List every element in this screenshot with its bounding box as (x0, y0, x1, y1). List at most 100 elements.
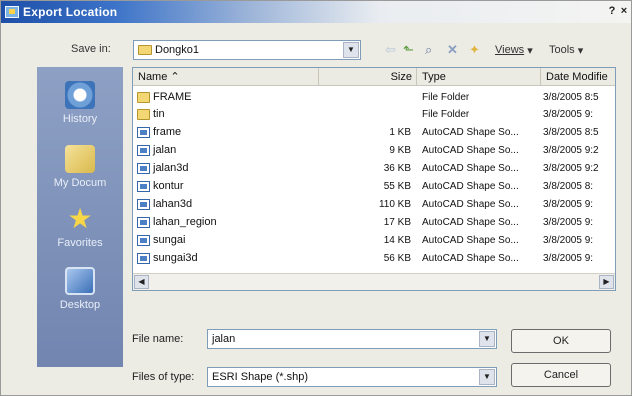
list-item[interactable]: FRAME File Folder 3/8/2005 8:5 (133, 89, 615, 106)
file-type-value: ESRI Shape (*.shp) (212, 371, 308, 383)
back-arrow-icon[interactable]: ⇦ (385, 41, 396, 59)
file-type: File Folder (422, 109, 470, 120)
file-date: 3/8/2005 9: (543, 109, 594, 120)
file-size: 55 KB (383, 181, 411, 192)
column-type[interactable]: Type (417, 68, 541, 86)
place-my-documents[interactable]: My Docum (37, 145, 123, 189)
list-item[interactable]: kontur 55 KB AutoCAD Shape So... 3/8/200… (133, 178, 615, 195)
title-buttons: ? × (607, 4, 629, 18)
list-item[interactable]: frame 1 KB AutoCAD Shape So... 3/8/2005 … (133, 124, 615, 141)
tools-label: Tools (549, 44, 575, 56)
place-label: My Docum (53, 177, 107, 189)
list-item[interactable]: sungai3d 56 KB AutoCAD Shape So... 3/8/2… (133, 250, 615, 267)
export-location-dialog: Export Location ? × Save in: Dongko1 ▼ ⇦… (0, 0, 632, 396)
tools-menu-button[interactable]: Tools ▾ (549, 41, 583, 59)
column-name-label: Name (138, 71, 168, 83)
list-item[interactable]: lahan_region 17 KB AutoCAD Shape So... 3… (133, 214, 615, 231)
file-type-label: Files of type: (132, 371, 195, 383)
delete-icon[interactable]: ✕ (447, 41, 458, 59)
list-item[interactable]: jalan3d 36 KB AutoCAD Shape So... 3/8/20… (133, 160, 615, 177)
places-bar: History My Docum ★ Favorites Desktop (37, 67, 123, 367)
place-label: Favorites (57, 237, 103, 249)
file-name-field[interactable]: jalan ▼ (207, 329, 497, 349)
favorites-icon: ★ (67, 203, 93, 234)
views-menu-button[interactable]: Views ▾ (495, 41, 533, 59)
file-name-cell: frame (137, 124, 319, 141)
save-in-label: Save in: (71, 43, 111, 55)
scroll-right-icon[interactable]: ▶ (599, 275, 614, 289)
file-size (319, 89, 411, 106)
views-label: Views (495, 44, 525, 56)
save-in-combo[interactable]: Dongko1 ▼ (133, 40, 361, 60)
file-name: jalan (153, 144, 177, 156)
file-name-label: File name: (132, 333, 184, 345)
column-date[interactable]: Date Modifie (541, 68, 615, 86)
file-list[interactable]: Name ⌃ Size Type Date Modifie FRAME File… (132, 67, 616, 291)
column-size[interactable]: Size (319, 68, 417, 86)
file-name-cell: sungai3d (137, 250, 319, 267)
file-date: 3/8/2005 9: (543, 199, 594, 210)
file-name: sungai3d (153, 252, 198, 264)
up-folder-icon[interactable]: ⬑ (403, 41, 414, 59)
file-name: tin (153, 108, 165, 120)
file-name-cell: FRAME (137, 89, 319, 106)
title-bar[interactable]: Export Location ? × (1, 1, 631, 23)
history-icon (65, 81, 95, 109)
list-item[interactable]: lahan3d 110 KB AutoCAD Shape So... 3/8/2… (133, 196, 615, 213)
file-name-cell: lahan_region (137, 214, 319, 231)
file-size: 110 KB (378, 199, 411, 210)
file-type: File Folder (422, 92, 470, 103)
file-name: frame (153, 126, 182, 138)
file-name-value: jalan (212, 333, 236, 345)
file-type: AutoCAD Shape So... (422, 127, 519, 138)
shapefile-icon (137, 144, 150, 156)
place-desktop[interactable]: Desktop (37, 267, 123, 311)
file-type: AutoCAD Shape So... (422, 217, 519, 228)
chevron-down-icon[interactable]: ▼ (343, 42, 359, 58)
help-button[interactable]: ? (607, 4, 617, 18)
shapefile-icon (137, 126, 150, 138)
place-favorites[interactable]: ★ Favorites (37, 203, 123, 250)
scroll-left-icon[interactable]: ◀ (134, 275, 149, 289)
place-history[interactable]: History (37, 81, 123, 125)
file-size: 14 KB (383, 235, 411, 246)
cancel-button[interactable]: Cancel (511, 363, 611, 387)
list-item[interactable]: jalan 9 KB AutoCAD Shape So... 3/8/2005 … (133, 142, 615, 159)
file-name-cell: jalan (137, 142, 319, 159)
save-in-value: Dongko1 (155, 44, 200, 56)
column-name[interactable]: Name ⌃ (133, 68, 319, 86)
list-item[interactable]: tin File Folder 3/8/2005 9: (133, 106, 615, 123)
file-size: 1 KB (389, 127, 411, 138)
desktop-icon (65, 267, 95, 295)
file-date: 3/8/2005 9:2 (543, 163, 599, 174)
file-name-cell: lahan3d (137, 196, 319, 213)
file-name-cell: sungai (137, 232, 319, 249)
ok-button[interactable]: OK (511, 329, 611, 353)
folder-icon (137, 108, 150, 120)
chevron-down-icon[interactable]: ▼ (479, 369, 495, 385)
file-size: 56 KB (383, 253, 411, 264)
place-label: Desktop (59, 299, 101, 311)
file-type: AutoCAD Shape So... (422, 145, 519, 156)
file-size: 9 KB (389, 145, 411, 156)
chevron-down-icon[interactable]: ▼ (479, 331, 495, 347)
file-date: 3/8/2005 9: (543, 235, 594, 246)
file-name-cell: jalan3d (137, 160, 319, 177)
new-folder-icon[interactable]: ✦ (469, 41, 480, 59)
my-documents-icon (65, 145, 95, 173)
folder-icon (138, 45, 152, 56)
horizontal-scrollbar[interactable]: ◀ ▶ (133, 273, 615, 290)
search-web-icon[interactable]: ⌕ (425, 41, 432, 59)
file-name: sungai (153, 234, 186, 246)
shapefile-icon (137, 162, 150, 174)
close-button[interactable]: × (619, 4, 629, 18)
list-item[interactable]: sungai 14 KB AutoCAD Shape So... 3/8/200… (133, 232, 615, 249)
file-name: lahan3d (153, 198, 193, 210)
file-type-select[interactable]: ESRI Shape (*.shp) ▼ (207, 367, 497, 387)
file-name: kontur (153, 180, 184, 192)
file-name-cell: tin (137, 106, 319, 123)
file-date: 3/8/2005 9:2 (543, 145, 599, 156)
file-type: AutoCAD Shape So... (422, 199, 519, 210)
save-in-value-wrap: Dongko1 (134, 44, 343, 56)
shapefile-icon (137, 198, 150, 210)
